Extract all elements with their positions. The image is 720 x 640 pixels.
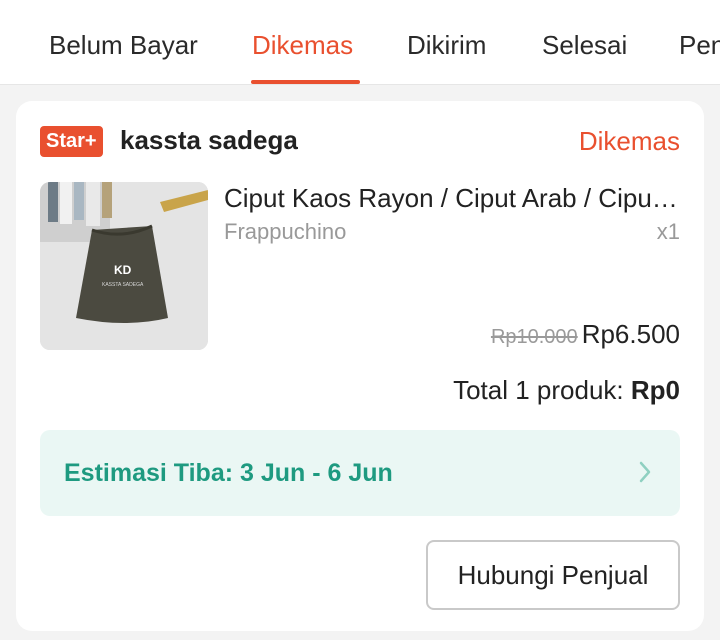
order-total: Total 1 produk: Rp0 <box>453 375 680 406</box>
product-title[interactable]: Ciput Kaos Rayon / Ciput Arab / Ciput In… <box>224 183 680 214</box>
shop-name[interactable]: kassta sadega <box>120 125 298 156</box>
product-quantity: x1 <box>656 219 680 244</box>
total-value: Rp0 <box>630 375 680 405</box>
tab-dikemas[interactable]: Dikemas <box>252 30 353 61</box>
product-variant: Frappuchino <box>224 219 347 244</box>
estimated-arrival-banner[interactable]: Estimasi Tiba: 3 Jun - 6 Jun <box>40 430 680 516</box>
order-status-tabs: Belum Bayar Dikemas Dikirim Selesai Pen <box>0 0 720 85</box>
product-image-graphic: KD KASSTA SADEGA <box>40 182 208 350</box>
star-plus-badge: Star+ <box>40 126 103 157</box>
tab-selesai[interactable]: Selesai <box>542 30 627 61</box>
discounted-price: Rp6.500 <box>581 319 680 349</box>
tab-penilaian[interactable]: Pen <box>679 30 720 61</box>
active-tab-indicator <box>251 80 360 84</box>
order-status: Dikemas <box>578 126 680 156</box>
tab-belum-bayar[interactable]: Belum Bayar <box>49 30 198 61</box>
chevron-right-icon <box>639 461 651 483</box>
estimated-arrival-text: Estimasi Tiba: 3 Jun - 6 Jun <box>64 459 393 487</box>
product-image[interactable]: KD KASSTA SADEGA <box>40 182 208 350</box>
price-row: Rp10.000 Rp6.500 <box>491 319 680 350</box>
original-price: Rp10.000 <box>490 326 578 348</box>
product-brand-logo: KD <box>114 263 132 277</box>
total-label: Total 1 produk: <box>453 375 631 405</box>
order-card[interactable]: Star+ kassta sadega Dikemas KD KASSTA SA… <box>16 101 704 631</box>
tab-dikirim[interactable]: Dikirim <box>407 30 486 61</box>
contact-seller-button[interactable]: Hubungi Penjual <box>426 540 680 610</box>
product-brand-text: KASSTA SADEGA <box>102 282 144 288</box>
